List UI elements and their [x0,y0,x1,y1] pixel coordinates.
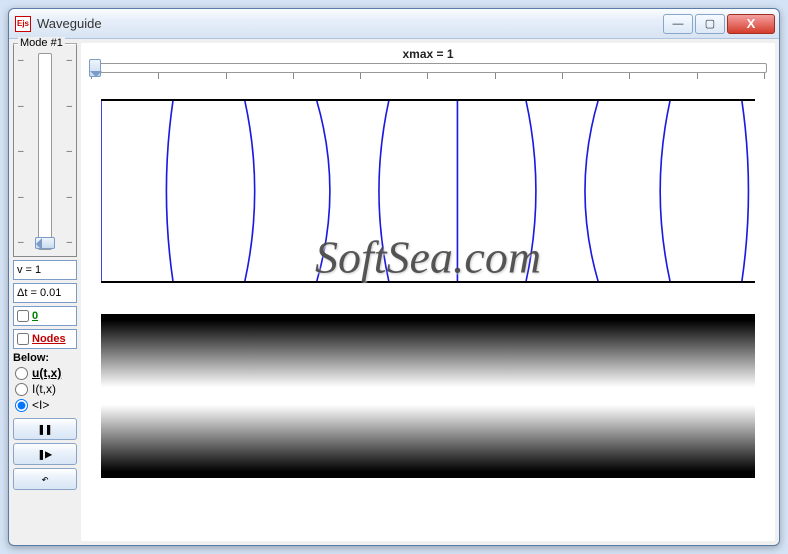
intensity-band-lower [101,401,755,478]
mode-slider-ticks: ––––– [18,53,24,250]
mode-label: Mode #1 [18,37,65,49]
sidebar: Mode #1 ––––– ––––– v = 1 Δt = [13,43,77,541]
radio-i-label: I(t,x) [32,382,56,396]
radio-intensity-row[interactable]: <I> [13,398,77,412]
app-icon: Ejs [15,16,31,32]
mode-panel: Mode #1 ––––– ––––– [13,43,77,257]
window-title: Waveguide [37,16,661,31]
pause-button[interactable]: ❚❚ [13,418,77,440]
client-area: Mode #1 ––––– ––––– v = 1 Δt = [9,39,779,545]
xmax-row: xmax = 1 [81,43,775,83]
close-button[interactable]: X [727,14,775,34]
app-window: Ejs Waveguide — ▢ X Mode #1 ––––– [8,8,780,546]
intensity-band-upper [101,314,755,391]
wave-plot [101,99,755,283]
radio-u-row[interactable]: u(t,x) [13,366,77,380]
mode-slider[interactable] [38,53,52,250]
step-button[interactable]: ❚▶ [13,443,77,465]
v-field[interactable]: v = 1 [13,260,77,280]
mode-slider-thumb[interactable] [35,237,55,249]
xmax-slider-thumb[interactable] [89,59,101,77]
reset-button[interactable]: ↶ [13,468,77,490]
titlebar[interactable]: Ejs Waveguide — ▢ X [9,9,779,39]
zero-checkbox-row[interactable]: 0 [13,306,77,326]
intensity-plot [101,314,755,478]
plot-area: SoftSea.com [81,83,775,541]
radio-i[interactable] [15,383,28,396]
nodes-checkbox-row[interactable]: Nodes [13,329,77,349]
radio-u-label: u(t,x) [32,366,61,380]
zero-checkbox[interactable] [17,310,29,322]
xmax-slider-ticks [87,73,769,83]
radio-i-row[interactable]: I(t,x) [13,382,77,396]
zero-label: 0 [32,310,38,322]
xmax-label: xmax = 1 [87,47,769,61]
below-label: Below: [13,352,77,364]
step-icon: ❚▶ [38,447,52,461]
radio-u[interactable] [15,367,28,380]
mode-slider-ticks-right: ––––– [66,53,72,250]
reset-icon: ↶ [41,472,48,486]
xmax-slider[interactable] [87,61,769,83]
intensity-gap [101,391,755,401]
minimize-button[interactable]: — [663,14,693,34]
radio-intensity[interactable] [15,399,28,412]
pause-icon: ❚❚ [38,422,52,436]
main-panel: xmax = 1 [81,43,775,541]
nodes-checkbox[interactable] [17,333,29,345]
dt-field[interactable]: Δt = 0.01 [13,283,77,303]
nodes-label: Nodes [32,333,66,345]
maximize-button[interactable]: ▢ [695,14,725,34]
radio-intensity-label: <I> [32,398,49,412]
